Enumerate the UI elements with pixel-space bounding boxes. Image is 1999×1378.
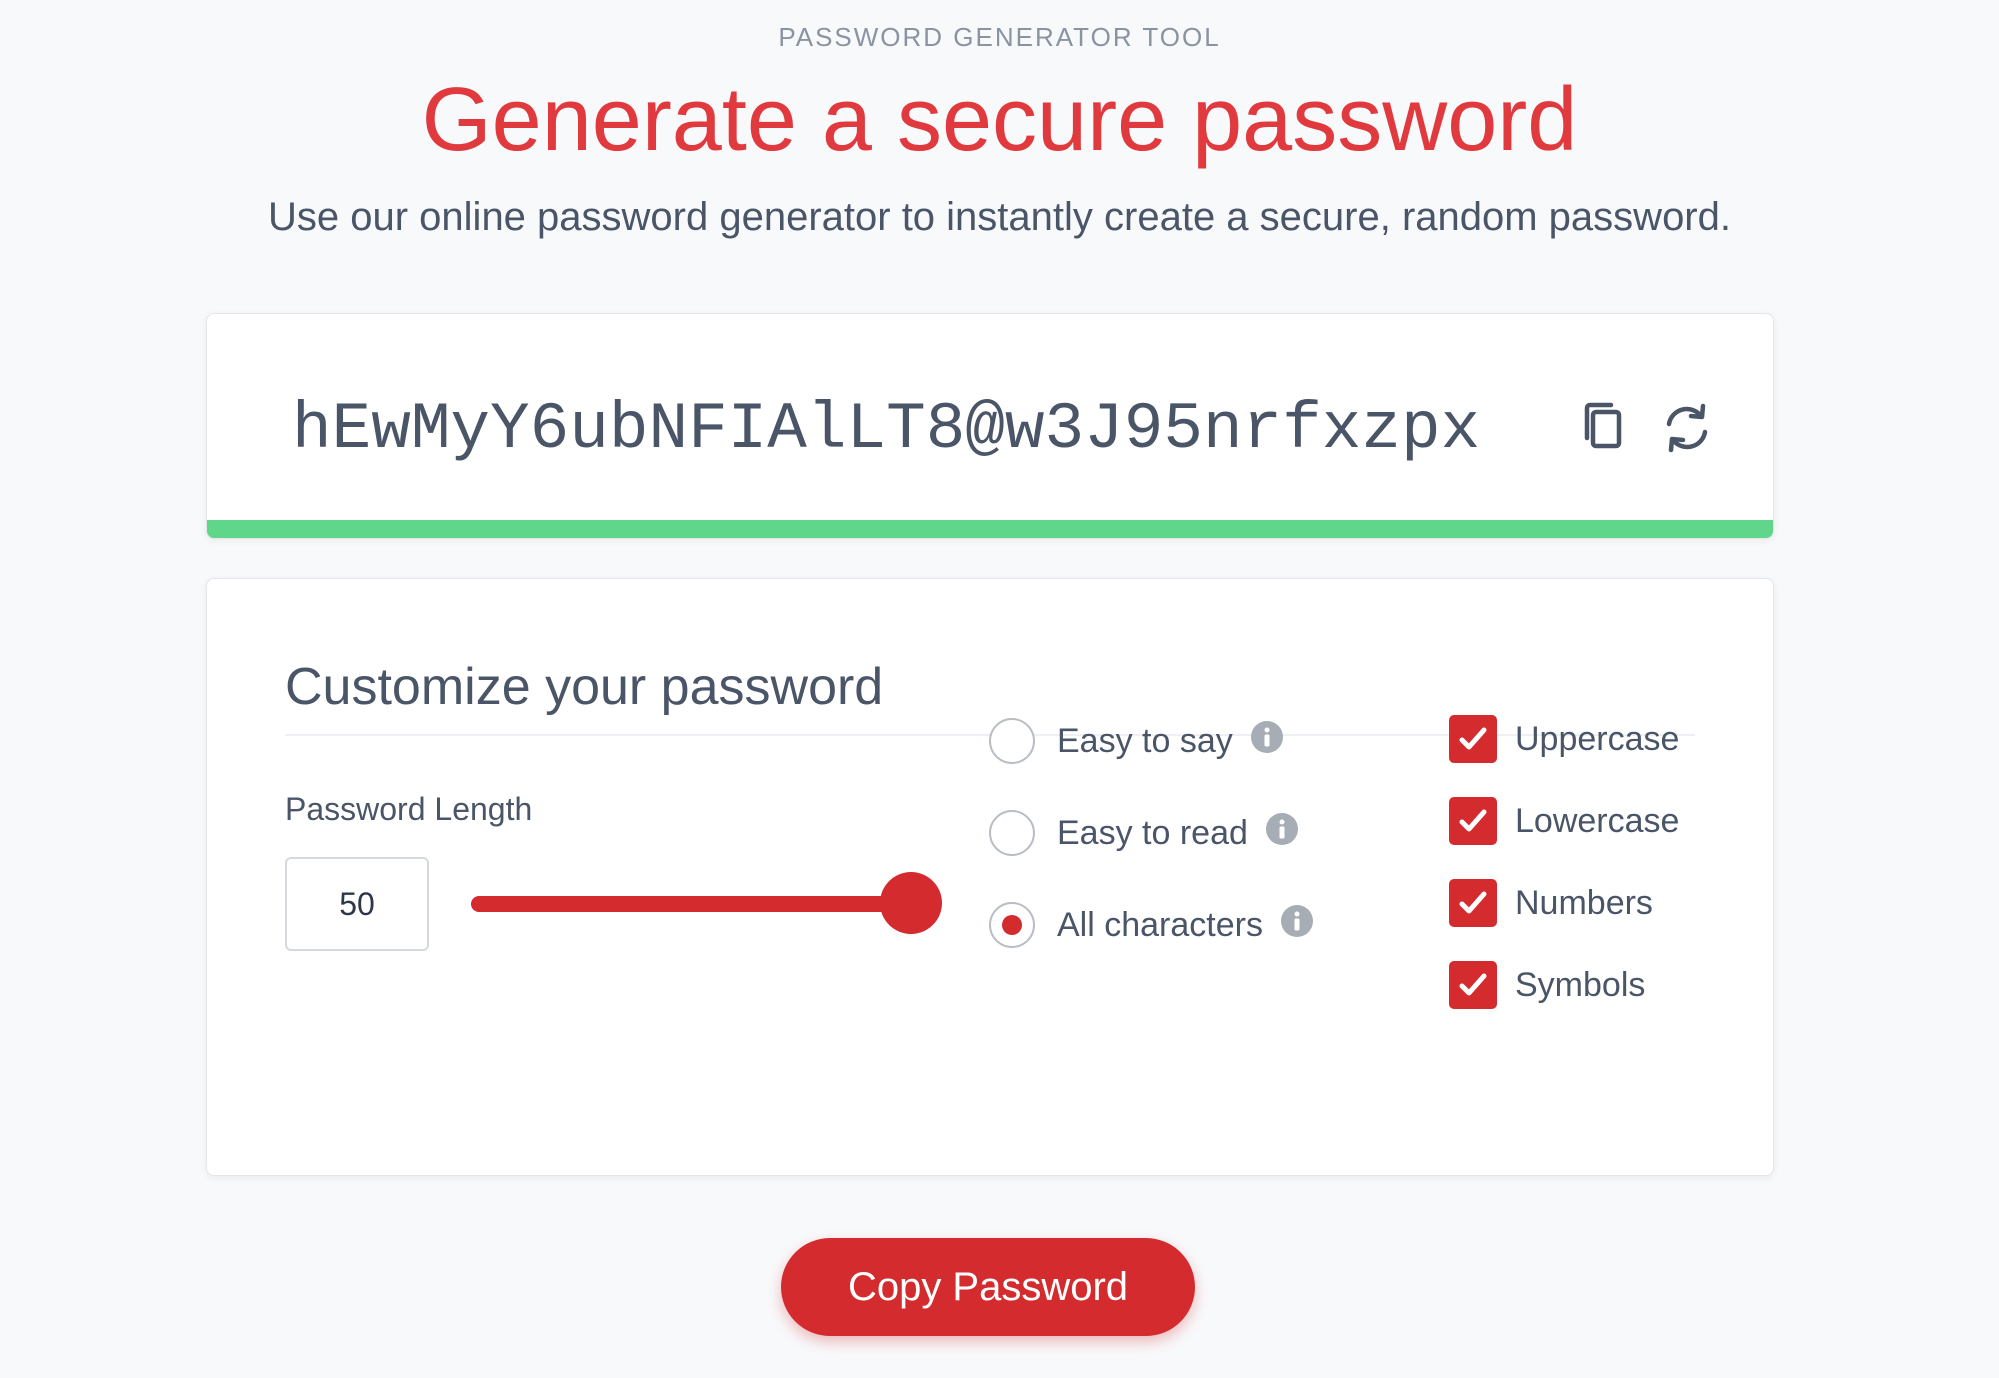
radio-label: Easy to say xyxy=(1057,721,1233,760)
refresh-icon[interactable] xyxy=(1655,396,1719,460)
checkbox[interactable] xyxy=(1449,797,1497,845)
info-icon[interactable] xyxy=(1265,813,1298,845)
page-title: Generate a secure password xyxy=(421,70,1578,170)
checkmark-icon xyxy=(1459,727,1487,750)
radio-easy-to-say[interactable]: Easy to say xyxy=(989,714,1283,768)
radio-button[interactable] xyxy=(989,810,1035,856)
checkbox[interactable] xyxy=(1449,715,1497,763)
radio-easy-to-read[interactable]: Easy to read xyxy=(989,806,1298,860)
checkbox[interactable] xyxy=(1449,961,1497,1009)
password-display-card: hEwMyY6ubNFIAlLT8@w3J95nrfxzpx xyxy=(206,313,1774,539)
password-length-input[interactable] xyxy=(285,857,429,951)
tool-eyebrow: PASSWORD GENERATOR TOOL xyxy=(778,22,1221,52)
radio-label: All characters xyxy=(1057,905,1263,944)
checkbox-label: Numbers xyxy=(1515,883,1653,922)
radio-button[interactable] xyxy=(989,718,1035,764)
radio-all-characters[interactable]: All characters xyxy=(989,898,1313,952)
checkbox-lowercase[interactable]: Lowercase xyxy=(1449,795,1679,847)
checkbox-label: Symbols xyxy=(1515,965,1646,1004)
customize-card: Customize your password Password Length … xyxy=(206,578,1774,1176)
password-length-slider[interactable] xyxy=(471,896,911,912)
copy-icon[interactable] xyxy=(1571,396,1635,460)
checkbox-uppercase[interactable]: Uppercase xyxy=(1449,713,1679,765)
checkmark-icon xyxy=(1459,809,1487,832)
password-length-label: Password Length xyxy=(285,791,533,827)
info-icon[interactable] xyxy=(1250,721,1283,753)
checkbox-symbols[interactable]: Symbols xyxy=(1449,959,1645,1011)
customize-heading: Customize your password xyxy=(285,658,884,716)
radio-button[interactable] xyxy=(989,902,1035,948)
checkbox[interactable] xyxy=(1449,879,1497,927)
copy-password-button[interactable]: Copy Password xyxy=(781,1238,1195,1336)
generated-password[interactable]: hEwMyY6ubNFIAlLT8@w3J95nrfxzpx xyxy=(292,392,1572,467)
checkmark-icon xyxy=(1459,891,1487,914)
radio-label: Easy to read xyxy=(1057,813,1248,852)
checkmark-icon xyxy=(1459,973,1487,996)
password-strength-bar xyxy=(207,520,1773,538)
checkbox-numbers[interactable]: Numbers xyxy=(1449,877,1653,929)
page-subtitle: Use our online password generator to ins… xyxy=(268,195,1731,239)
info-icon[interactable] xyxy=(1280,905,1313,937)
checkbox-label: Uppercase xyxy=(1515,719,1680,758)
checkbox-label: Lowercase xyxy=(1515,801,1680,840)
slider-thumb[interactable] xyxy=(880,872,942,934)
slider-fill xyxy=(471,896,911,912)
password-strength-fill xyxy=(207,520,1773,538)
